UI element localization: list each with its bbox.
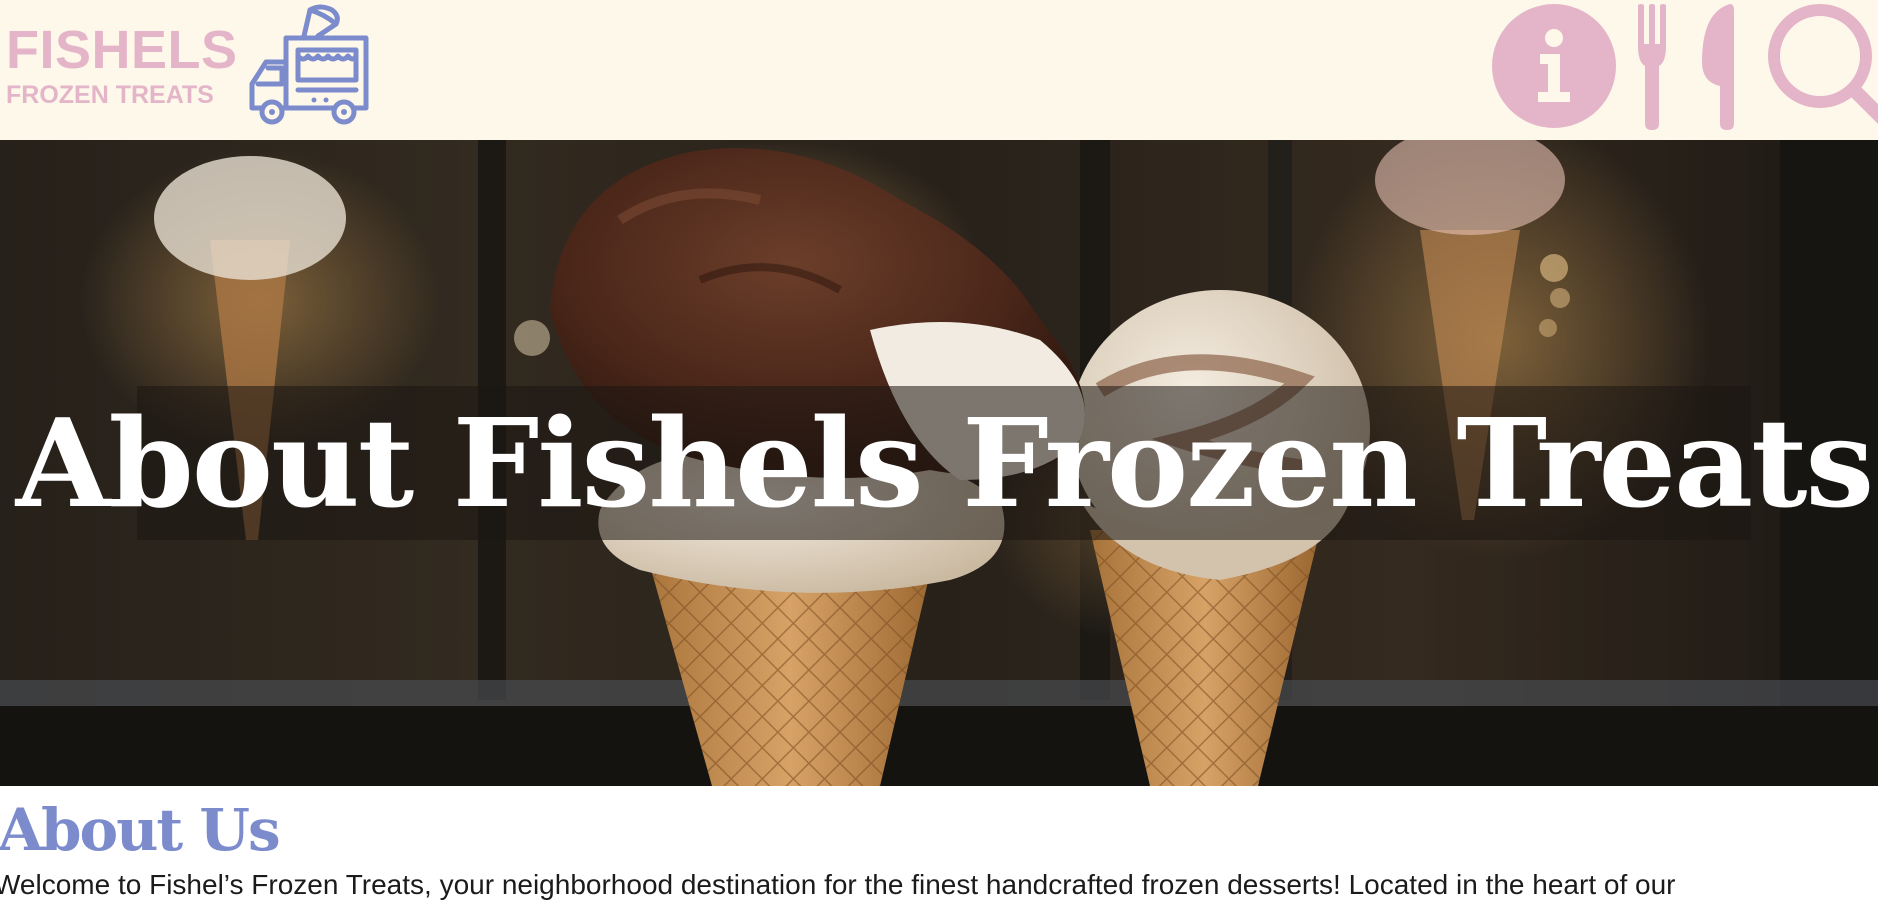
search-button[interactable]	[1758, 0, 1878, 130]
menu-button[interactable]	[1632, 2, 1740, 130]
logo-wordmark: FISHELS FROZEN TREATS	[6, 20, 238, 110]
info-icon	[1492, 4, 1616, 128]
food-truck-icon	[249, 4, 369, 125]
info-button[interactable]	[1490, 2, 1618, 130]
hero-title-banner: About Fishels Frozen Treats	[16, 386, 1874, 540]
about-intro-text: Welcome to Fishel’s Frozen Treats, your …	[0, 869, 1676, 900]
logo-title: FISHELS	[6, 20, 238, 80]
site-header: FISHELS FROZEN TREATS	[0, 0, 1878, 140]
fork-knife-icon	[1638, 4, 1734, 130]
logo-subtitle: FROZEN TREATS	[6, 81, 214, 109]
hero-banner: About Fishels Frozen Treats	[0, 140, 1878, 786]
hero-title: About Fishels Frozen Treats	[15, 391, 1874, 535]
about-heading: About Us	[0, 796, 281, 864]
search-icon	[1768, 4, 1878, 124]
about-section: About Us Welcome to Fishel’s Frozen Trea…	[0, 786, 1878, 911]
